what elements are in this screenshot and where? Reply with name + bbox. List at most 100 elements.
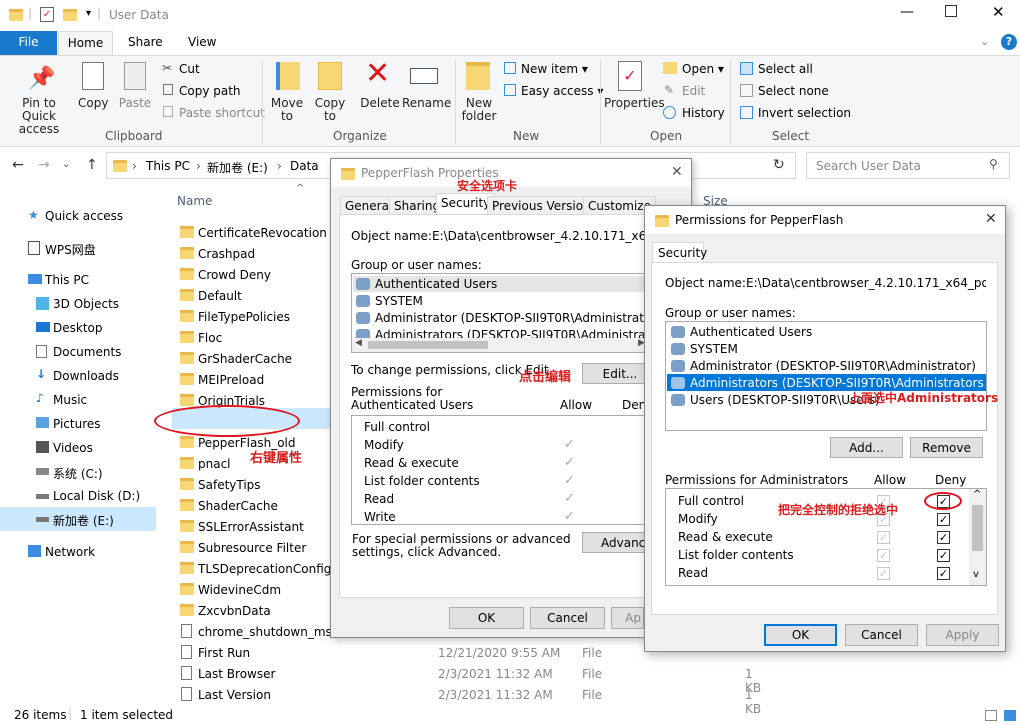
forward-icon[interactable]: → [38, 157, 50, 173]
move-to-button[interactable]: Move to [268, 97, 306, 123]
help-icon[interactable]: ? [1001, 34, 1017, 50]
file-name: MEIPreload [198, 373, 265, 387]
delete-button[interactable]: Delete [358, 97, 402, 110]
divider [455, 60, 456, 144]
user-list-item[interactable]: Authenticated Users [356, 277, 646, 293]
remove-button[interactable]: Remove [910, 437, 983, 458]
close-icon[interactable]: ✕ [985, 211, 997, 227]
paste-shortcut-button[interactable]: Paste shortcut [179, 106, 265, 120]
props-ok-button[interactable]: OK [449, 607, 524, 629]
scroll-down-icon[interactable]: v [973, 569, 979, 580]
pin-quick-access-button[interactable]: Pin to Quick access [4, 97, 74, 136]
up-icon[interactable]: ↑ [86, 157, 98, 173]
props-apply-button[interactable]: Ap [611, 607, 644, 629]
history-button[interactable]: History [682, 106, 725, 120]
properties-button[interactable]: Properties [604, 97, 665, 110]
close-button[interactable]: ✕ [992, 3, 1005, 21]
nav-label: Pictures [53, 417, 101, 431]
folder-icon [180, 331, 194, 343]
permission-name: Read & execute [678, 530, 773, 544]
folder-icon [180, 604, 194, 616]
user-list-item[interactable]: Authenticated Users [671, 325, 985, 341]
horizontal-scrollbar[interactable]: ◀ ▶ [352, 338, 649, 352]
scroll-up-icon[interactable]: ^ [973, 489, 981, 500]
user-name: SYSTEM [690, 342, 738, 356]
deny-checkbox[interactable]: ✓ [937, 513, 950, 526]
minimize-button[interactable]: — [900, 4, 914, 20]
refresh-icon[interactable]: ↻ [773, 157, 785, 173]
allow-checkbox[interactable]: ✓ [877, 531, 890, 544]
back-icon[interactable]: ← [12, 157, 24, 173]
deny-checkbox[interactable]: ✓ [937, 549, 950, 562]
tab-file[interactable]: File [0, 31, 57, 55]
open-button[interactable]: Open ▾ [682, 62, 724, 76]
user-icon [671, 394, 685, 406]
props-cancel-button[interactable]: Cancel [530, 607, 605, 629]
annotation-ellipse-pepperflash [154, 405, 300, 437]
sort-up-icon: ^ [296, 183, 305, 194]
chevron-down-icon[interactable]: ⌄ [980, 35, 989, 48]
nav-item-e-drive-selected[interactable]: 新加卷 (E:) [0, 507, 156, 531]
details-view-icon[interactable] [985, 710, 997, 721]
new-item-button[interactable]: New item ▾ [521, 62, 588, 76]
tab-security[interactable]: Security [652, 242, 707, 263]
user-list-item[interactable]: Administrator (DESKTOP-SII9T0R\Administr… [356, 311, 646, 327]
scroll-thumb[interactable] [368, 341, 488, 349]
allow-checkbox[interactable]: ✓ [877, 549, 890, 562]
add-button[interactable]: Add... [830, 437, 903, 458]
scroll-thumb[interactable] [972, 505, 983, 551]
perm-ok-button[interactable]: OK [764, 624, 837, 646]
breadcrumb-this-pc[interactable]: This PC [146, 159, 190, 173]
large-icons-view-icon[interactable] [1004, 710, 1016, 721]
tab-share[interactable]: Share [128, 35, 163, 49]
nav-label: Local Disk (D:) [53, 489, 141, 503]
perm-apply-button[interactable]: Apply [926, 624, 999, 646]
user-list-item[interactable]: SYSTEM [671, 342, 985, 358]
column-header-name[interactable]: Name [177, 194, 212, 208]
recent-dropdown-icon[interactable]: ⌄ [62, 159, 70, 170]
music-icon: ♪ [36, 391, 44, 405]
deny-checkbox[interactable]: ✓ [937, 531, 950, 544]
invert-selection-button[interactable]: Invert selection [758, 106, 851, 120]
file-name: Subresource Filter [198, 541, 307, 555]
properties-quick-icon[interactable]: ✓ [40, 7, 54, 22]
cut-button[interactable]: Cut [179, 62, 200, 76]
edit-button[interactable]: Edit [682, 84, 705, 98]
easy-access-button[interactable]: Easy access ▾ [521, 84, 603, 98]
maximize-button[interactable] [945, 5, 957, 17]
nav-label: Music [53, 393, 88, 407]
qat-dropdown-icon[interactable]: ▾ [86, 8, 91, 19]
copy-to-button[interactable]: Copy to [312, 97, 348, 123]
chevron-right-icon: › [277, 159, 282, 173]
file-row[interactable]: Last Version 2/3/2021 11:32 AM File 1 KB [172, 684, 772, 716]
new-item-icon [504, 62, 516, 74]
user-icon [671, 360, 685, 372]
scroll-left-icon[interactable]: ◀ [355, 338, 362, 348]
deny-checkbox[interactable]: ✓ [937, 567, 950, 580]
user-list-item[interactable]: Administrator (DESKTOP-SII9T0R\Administr… [671, 359, 985, 375]
close-icon[interactable]: ✕ [671, 164, 683, 180]
select-all-button[interactable]: Select all [758, 62, 813, 76]
paste-button[interactable]: Paste [118, 97, 152, 110]
search-input[interactable]: Search User Data ⚲ [806, 152, 1010, 179]
new-folder-quick-icon[interactable] [63, 9, 77, 21]
user-list-item[interactable]: SYSTEM [356, 294, 646, 310]
tab-view[interactable]: View [188, 35, 216, 49]
breadcrumb-data[interactable]: Data [290, 159, 319, 173]
file-row[interactable]: Last Browser 2/3/2021 11:32 AM File 1 KB [172, 663, 772, 695]
copy-icon [82, 62, 104, 90]
allow-checkbox[interactable]: ✓ [877, 567, 890, 580]
copy-button[interactable]: Copy [78, 97, 108, 110]
file-icon [181, 666, 192, 680]
breadcrumb-drive-e[interactable]: 新加卷 (E:) [207, 159, 268, 176]
copy-path-button[interactable]: Copy path [179, 84, 241, 98]
vertical-scrollbar[interactable]: ^ v [969, 489, 986, 585]
perm-for-label: Permissions for Authenticated Users [351, 385, 474, 412]
select-none-button[interactable]: Select none [758, 84, 829, 98]
rename-button[interactable]: Rename [402, 97, 451, 110]
new-folder-button[interactable]: New folder [458, 97, 500, 123]
perm-cancel-button[interactable]: Cancel [845, 624, 918, 646]
tab-home[interactable]: Home [58, 31, 113, 56]
paste-icon [124, 62, 146, 90]
folder-icon [180, 499, 194, 511]
